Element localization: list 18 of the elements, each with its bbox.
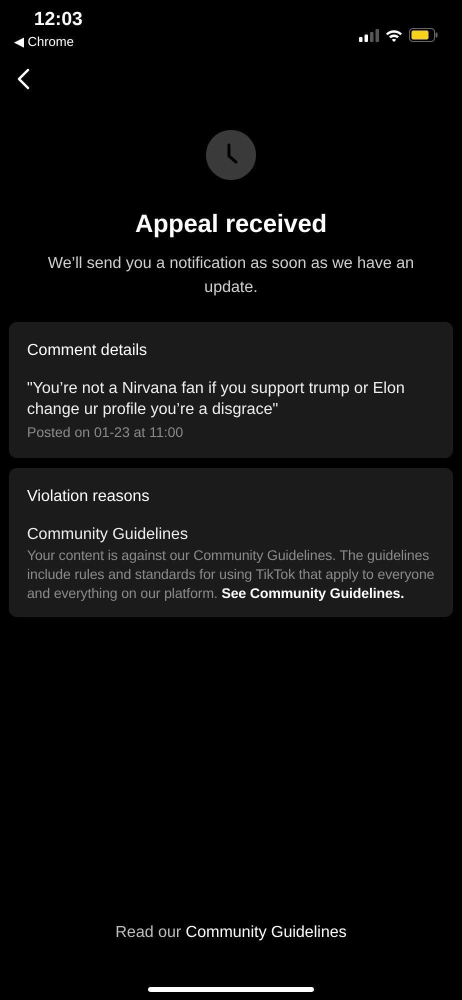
back-icon[interactable] [16,68,30,90]
footer-guidelines-link[interactable]: Community Guidelines [186,924,347,941]
comment-text: "You’re not a Nirvana fan if you support trump or Elon change ur profile you’re a disgrace" [27,379,406,420]
back-to-app-link[interactable]: ◀ Chrome [14,33,83,51]
guidelines-link[interactable]: See Community Guidelines. [221,585,404,601]
battery-icon [409,28,438,42]
page-subtitle: We’ll send you a notification as soon as we have an update. [46,254,416,298]
page-title: Appeal received [135,209,327,240]
reason-title: Community Guidelines [27,525,189,545]
footer-text: Read our Community Guidelines [115,923,347,943]
signal-icon [359,28,379,42]
posted-date: Posted on 01-23 at 11:00 [27,423,184,442]
clock-icon [206,130,256,180]
card-title: Violation reasons [27,487,150,507]
card-title: Comment details [27,341,148,361]
status-time: 12:03 [33,8,83,32]
reason-description: Your content is against our Community Guidelines. The guidelines include rules and standards for using TikTok that apply to everyone and everything on our platform. See Community Guidelines. [27,546,435,603]
wifi-icon [385,28,403,42]
